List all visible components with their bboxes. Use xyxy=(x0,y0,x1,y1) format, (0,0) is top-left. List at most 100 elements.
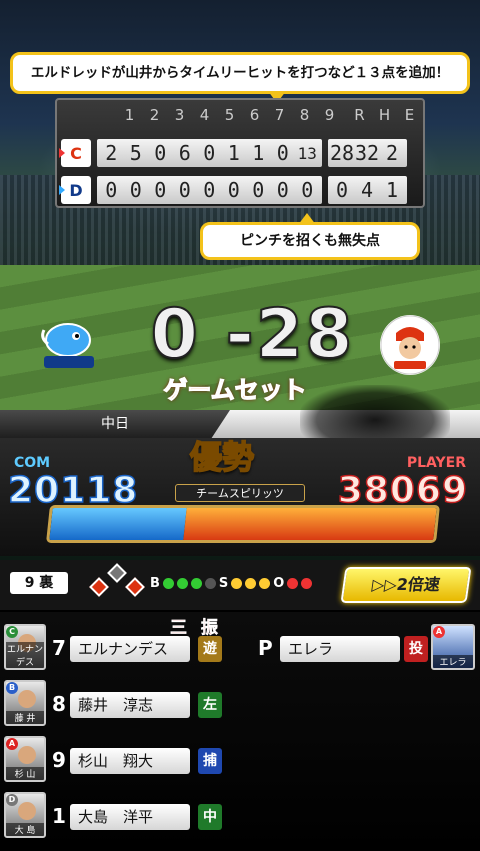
pitcher-label: P xyxy=(258,636,273,660)
inning-score: 2 xyxy=(105,141,118,165)
double-speed-button[interactable]: ▷▷2倍速 xyxy=(340,567,472,603)
first-base-icon xyxy=(125,577,145,597)
away-team-logo: C xyxy=(61,139,91,167)
ball-label: B xyxy=(150,576,160,591)
rank-badge: A xyxy=(6,738,18,750)
inning-label: 8 xyxy=(299,106,310,124)
position-badge: 捕 xyxy=(198,748,222,774)
player-name: エルナンデス xyxy=(70,636,190,662)
inning-label: 7 xyxy=(274,106,285,124)
player-gauge-fill xyxy=(183,508,437,540)
home-inning-scores: 0 0 0 0 0 0 0 0 0 xyxy=(97,176,322,204)
inning-score: 0 xyxy=(252,178,265,202)
team-spirit-label: チームスピリッツ xyxy=(175,484,305,502)
inning-indicator: 9 裏 xyxy=(10,572,68,594)
batting-order: 9 xyxy=(52,748,66,772)
pitcher-note-bubble: ピンチを招くも無失点 xyxy=(200,213,420,260)
home-team-logo: D xyxy=(61,176,91,204)
inning-score: 0 xyxy=(178,178,191,202)
inning-score: 0 xyxy=(129,178,142,202)
out-label: O xyxy=(273,576,285,591)
commentary-bubble: エルドレッドが山井からタイムリーヒットを打つなど１３点を追加！ xyxy=(10,52,470,103)
scoreboard: 1 2 3 4 5 6 7 8 9 R H E C 2 5 0 6 0 1 1 … xyxy=(55,98,425,208)
runs: 28 xyxy=(329,141,355,165)
player-avatar: B 藤 井 xyxy=(4,680,46,726)
inning-label: 4 xyxy=(199,106,210,124)
batting-order: 8 xyxy=(52,692,66,716)
rank-badge: B xyxy=(6,682,18,694)
inning-label: 1 xyxy=(124,106,135,124)
pitcher-avatar: A エレラ xyxy=(431,624,475,670)
inning-label: 2 xyxy=(149,106,160,124)
player-avatar: C エルナンデス xyxy=(4,624,46,670)
inning-score: 0 xyxy=(276,178,289,202)
batting-order: 1 xyxy=(52,804,66,828)
strike-dot xyxy=(245,578,257,589)
dragons-logo-icon xyxy=(41,323,94,368)
pitcher-position-badge: 投 xyxy=(404,636,428,662)
spirit-gauge xyxy=(46,505,440,543)
inning-score: 0 xyxy=(227,178,240,202)
batter-row[interactable]: B 藤 井 8 藤井 淳志 左 xyxy=(0,680,240,730)
player-name: 藤井 淳志 xyxy=(70,692,190,718)
strike-dot xyxy=(231,578,243,589)
pitcher-name: エレラ xyxy=(280,636,400,662)
ball-dot xyxy=(204,578,216,589)
inning-score: 0 xyxy=(301,178,314,202)
rhe-label: R xyxy=(354,106,365,124)
player-head-icon xyxy=(18,690,36,708)
away-inning-scores: 2 5 0 6 0 1 1 0 13 xyxy=(97,139,322,167)
base-diamond xyxy=(88,563,145,602)
inning-score: 0 xyxy=(154,141,167,165)
out-dot xyxy=(301,578,313,589)
hits: 4 xyxy=(360,178,374,202)
inning-label: 9 xyxy=(324,106,335,124)
errors: 2 xyxy=(385,141,399,165)
inning-header: 1 2 3 4 5 6 7 8 9 xyxy=(117,106,342,124)
rank-badge: A xyxy=(433,626,445,638)
rhe-label: E xyxy=(404,106,415,124)
batting-marker-icon xyxy=(59,148,65,158)
home-rhe: 0 4 1 xyxy=(327,176,407,204)
avatar-name: 藤 井 xyxy=(6,711,44,724)
strike-dot xyxy=(259,578,271,589)
strike-label: S xyxy=(218,576,229,591)
batter-row[interactable]: C エルナンデス 7 エルナンデス 遊 xyxy=(0,624,240,674)
player-label: PLAYER xyxy=(406,455,466,471)
ball-dot xyxy=(176,578,188,589)
batter-row[interactable]: A 杉 山 9 杉山 翔大 捕 xyxy=(0,736,240,786)
batter-row[interactable]: D 大 島 1 大島 洋平 中 xyxy=(0,792,240,842)
rhe-header: R H E xyxy=(347,106,422,124)
player-name: 杉山 翔大 xyxy=(70,748,190,774)
inning-score: 0 xyxy=(154,178,167,202)
player-name: 大島 洋平 xyxy=(70,804,190,830)
errors: 1 xyxy=(385,178,399,202)
rhe-label: H xyxy=(378,106,391,124)
avatar-name: 杉 山 xyxy=(6,767,44,780)
inning-score: 1 xyxy=(227,141,240,165)
away-rhe: 28 32 2 xyxy=(327,139,407,167)
game-set-label: ゲームセット xyxy=(163,375,307,404)
inning-score: 0 xyxy=(203,141,216,165)
count-display: B S O xyxy=(150,576,313,591)
advantage-label: 優勢 xyxy=(189,437,255,477)
runs: 0 xyxy=(335,178,349,202)
position-badge: 左 xyxy=(198,692,222,718)
inning-label: 3 xyxy=(174,106,185,124)
hits: 32 xyxy=(354,141,380,165)
carp-logo-icon xyxy=(380,315,440,375)
ball-dot xyxy=(162,578,174,589)
inning-label: 5 xyxy=(224,106,235,124)
avatar-name: エレラ xyxy=(433,655,473,668)
pitcher-note-text: ピンチを招くも無失点 xyxy=(240,233,380,249)
com-gauge-fill xyxy=(49,508,188,540)
inning-score: 0 xyxy=(203,178,216,202)
ball-dot xyxy=(190,578,202,589)
rank-badge: D xyxy=(6,794,18,806)
position-badge: 中 xyxy=(198,804,222,830)
inning-score: 0 xyxy=(105,178,118,202)
rank-badge: C xyxy=(6,626,18,638)
inning-label: 6 xyxy=(249,106,260,124)
position-badge: 遊 xyxy=(198,636,222,662)
second-base-icon xyxy=(107,563,127,583)
